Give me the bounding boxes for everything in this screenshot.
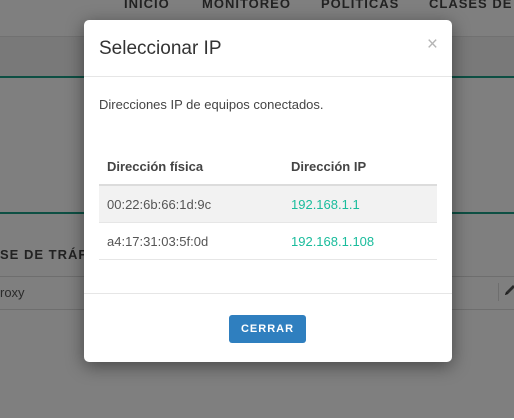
table-header-row: Dirección física Dirección IP	[99, 148, 437, 186]
table-row: 00:22:6b:66:1d:9c 192.168.1.1	[99, 185, 437, 223]
modal-header: Seleccionar IP ×	[84, 20, 452, 77]
modal-title: Seleccionar IP	[99, 38, 222, 59]
close-icon[interactable]: ×	[427, 35, 438, 54]
mac-address-cell: 00:22:6b:66:1d:9c	[99, 185, 283, 223]
modal-footer: CERRAR	[84, 293, 452, 363]
ip-address-link[interactable]: 192.168.1.108	[283, 222, 437, 260]
column-header-ip: Dirección IP	[283, 148, 437, 186]
modal-description: Direcciones IP de equipos conectados.	[99, 97, 324, 112]
column-header-mac: Dirección física	[99, 148, 283, 186]
close-button[interactable]: CERRAR	[229, 315, 306, 343]
table-row: a4:17:31:03:5f:0d 192.168.1.108	[99, 222, 437, 260]
select-ip-dialog: Seleccionar IP × Direcciones IP de equip…	[84, 20, 452, 362]
ip-table: Dirección física Dirección IP 00:22:6b:6…	[99, 148, 437, 260]
mac-address-cell: a4:17:31:03:5f:0d	[99, 222, 283, 260]
ip-address-link[interactable]: 192.168.1.1	[283, 185, 437, 223]
